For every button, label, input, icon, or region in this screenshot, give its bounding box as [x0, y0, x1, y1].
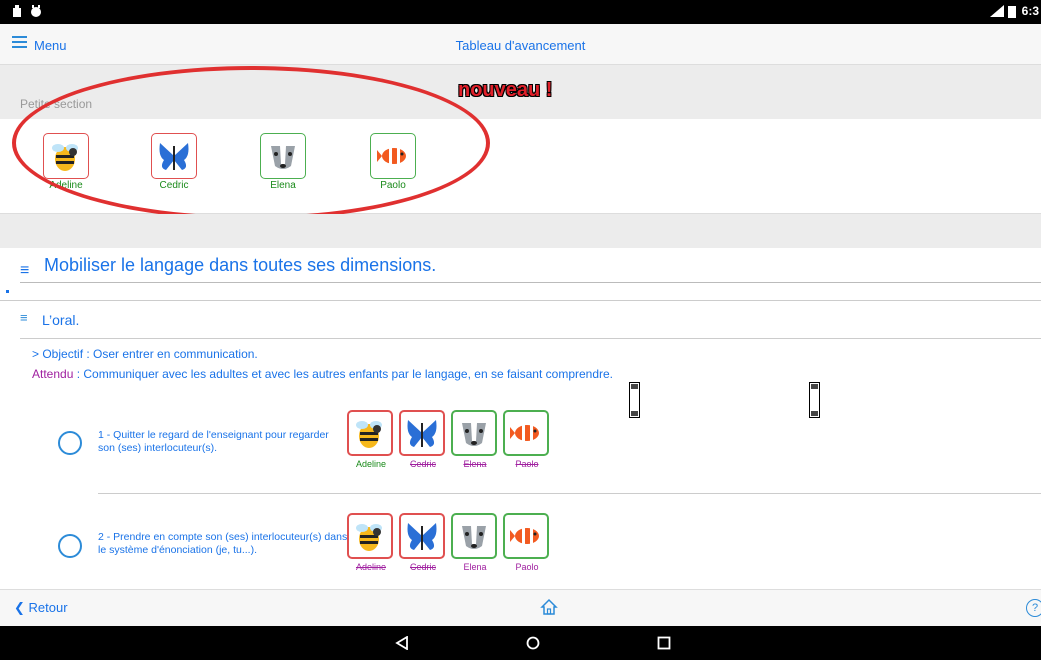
child-name: Elena	[463, 459, 487, 469]
list-icon: ≡	[20, 310, 28, 325]
butterfly-icon	[399, 410, 445, 456]
butterfly-icon	[151, 133, 197, 179]
divider	[20, 338, 1041, 339]
criterion-radio[interactable]	[58, 534, 82, 558]
list-icon: ≡	[20, 262, 30, 279]
domain-heading[interactable]: ≡ Mobiliser le langage dans toutes ses d…	[0, 248, 1041, 302]
child-elena[interactable]: Elena	[259, 133, 307, 191]
child-name: Elena	[270, 180, 296, 191]
child-cedric[interactable]: Cedric	[150, 133, 198, 191]
divider	[20, 282, 1041, 283]
subdomain-heading[interactable]: ≡ L’oral.	[0, 302, 1041, 340]
criterion-text: 2 - Prendre en compte son (ses) interloc…	[98, 531, 348, 556]
child-name: Cedric	[409, 459, 436, 469]
child-name: Paolo	[380, 180, 406, 191]
help-icon[interactable]: ?	[1026, 599, 1041, 617]
bee-icon	[347, 513, 393, 559]
badger-icon	[451, 410, 497, 456]
child-name: Elena	[463, 562, 487, 572]
criterion-text: 1 - Quitter le regard de l'enseignant po…	[98, 429, 329, 454]
badger-icon	[451, 513, 497, 559]
fish-icon	[370, 133, 416, 179]
children-row: Adeline Cedric Elena Paolo	[0, 119, 1041, 214]
attendu-text: : Communiquer avec les adultes et avec l…	[73, 367, 614, 381]
child-toggle-paolo[interactable]: Paolo	[503, 410, 551, 469]
signal-icon	[990, 5, 1004, 17]
chevron-left-icon: ❮	[14, 600, 25, 615]
child-toggle-cedric[interactable]: Cedric	[399, 513, 447, 572]
app-header: Menu Tableau d'avancement	[0, 24, 1041, 65]
child-name: Adeline	[355, 562, 387, 572]
scroll-indicator	[6, 290, 9, 293]
child-toggle-cedric[interactable]: Cedric	[399, 410, 447, 469]
child-toggle-adeline[interactable]: Adeline	[347, 410, 395, 469]
fish-icon	[503, 513, 549, 559]
attendu-label: Attendu	[32, 367, 74, 381]
android-icon	[31, 5, 41, 17]
child-name: Cedric	[159, 180, 189, 191]
nav-recents-icon[interactable]	[657, 636, 671, 650]
battery-icon	[1008, 6, 1016, 18]
status-bar: 6:3	[0, 0, 1041, 24]
page-title: Tableau d'avancement	[455, 38, 586, 53]
child-toggle-elena[interactable]: Elena	[451, 410, 499, 469]
home-icon[interactable]	[540, 598, 558, 616]
child-adeline[interactable]: Adeline	[42, 133, 90, 191]
system-nav-bar	[0, 626, 1041, 660]
attendu-line: Attendu : Communiquer avec les adultes e…	[32, 367, 613, 381]
section-band: Petite section nouveau !	[0, 65, 1041, 119]
nav-back-icon[interactable]	[395, 636, 409, 650]
subdomain-title: L’oral.	[42, 312, 80, 328]
footer-bar: ❮ Retour ?	[0, 589, 1041, 627]
divider	[98, 493, 1041, 494]
badger-icon	[260, 133, 306, 179]
child-toggle-elena[interactable]: Elena	[451, 513, 499, 572]
child-paolo[interactable]: Paolo	[369, 133, 417, 191]
back-label: Retour	[28, 600, 68, 615]
section-spacer	[0, 214, 1041, 248]
back-button[interactable]: ❮ Retour	[14, 600, 68, 616]
child-name: Cedric	[409, 562, 436, 572]
child-name: Adeline	[49, 180, 83, 191]
scroll-handle[interactable]	[809, 382, 820, 418]
scroll-handle[interactable]	[629, 382, 640, 418]
divider	[0, 300, 1041, 301]
fish-icon	[503, 410, 549, 456]
class-section-label: Petite section	[20, 97, 93, 111]
criterion-radio[interactable]	[58, 431, 82, 455]
butterfly-icon	[399, 513, 445, 559]
bee-icon	[43, 133, 89, 179]
notification-icon	[13, 5, 21, 17]
clock: 6:3	[1021, 4, 1039, 18]
child-name: Adeline	[355, 459, 387, 469]
child-toggle-adeline[interactable]: Adeline	[347, 513, 395, 572]
bee-icon	[347, 410, 393, 456]
child-name: Paolo	[515, 562, 539, 572]
nav-home-icon[interactable]	[526, 636, 540, 650]
child-name: Paolo	[515, 459, 539, 469]
child-toggle-paolo[interactable]: Paolo	[503, 513, 551, 572]
objective-line: > Objectif : Oser entrer en communicatio…	[32, 347, 258, 361]
domain-title: Mobiliser le langage dans toutes ses dim…	[44, 255, 437, 275]
new-badge: nouveau !	[458, 79, 553, 101]
